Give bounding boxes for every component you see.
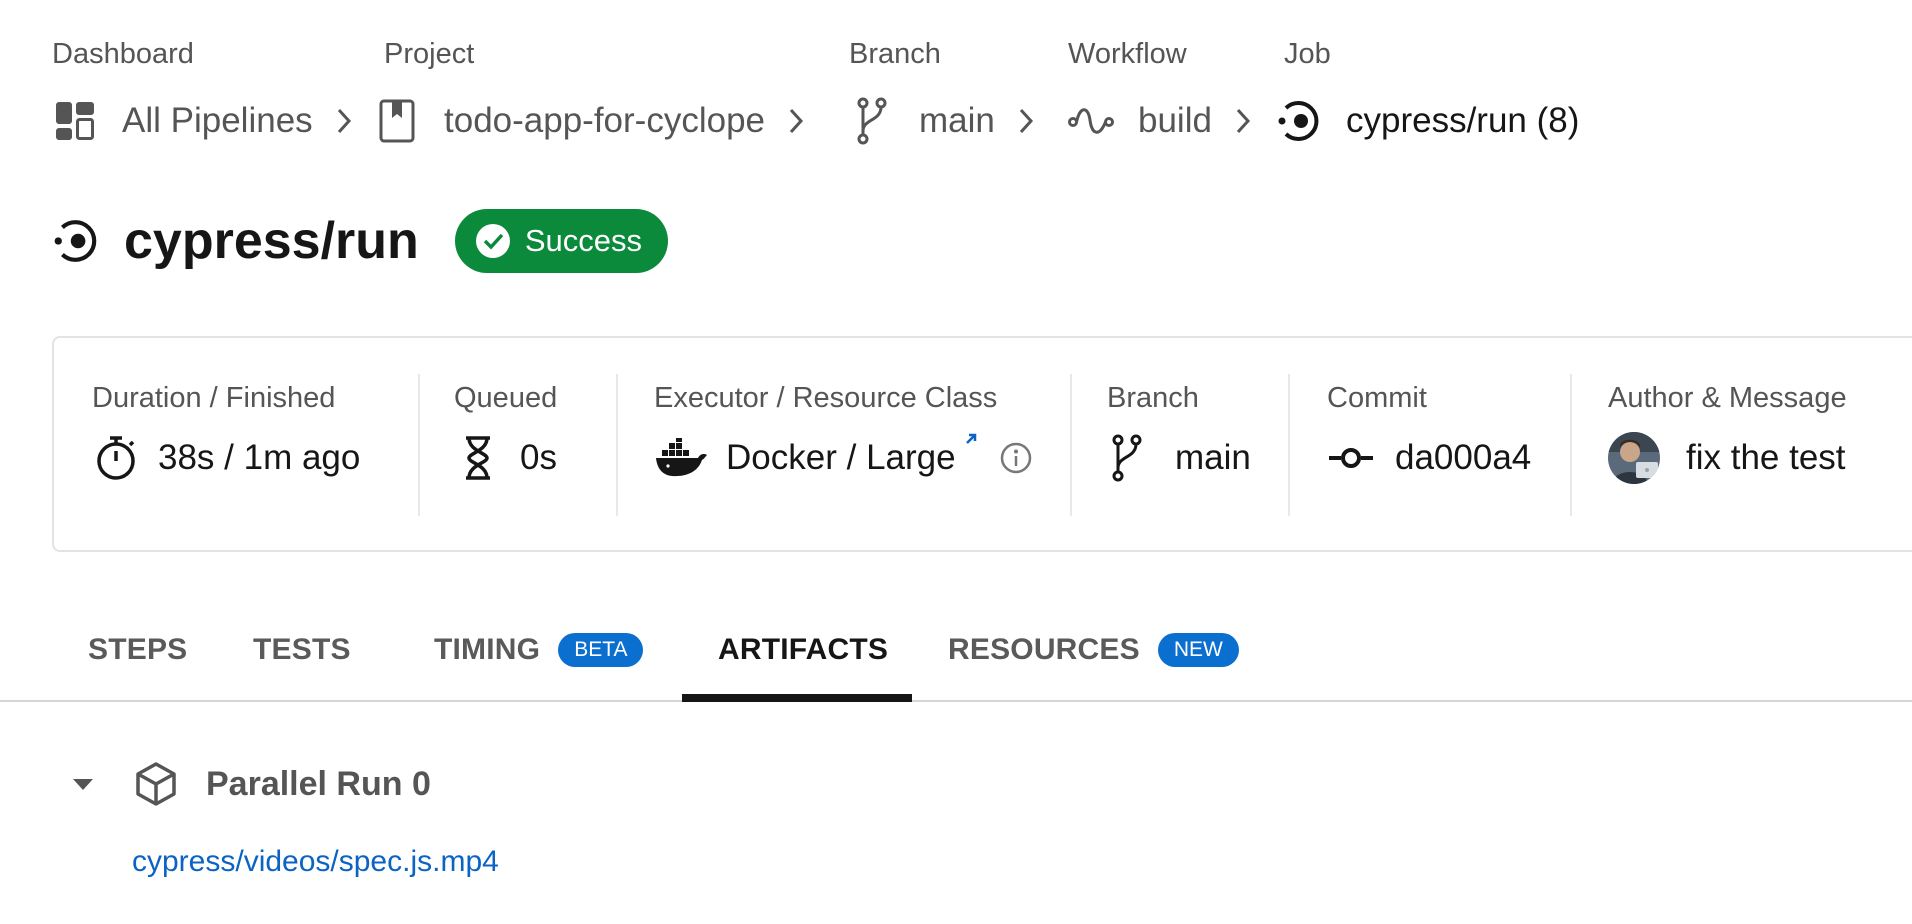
- avatar: [1608, 432, 1660, 484]
- workflow-icon: [1068, 98, 1114, 144]
- info-queued-label: Queued: [454, 382, 558, 414]
- info-queued-value: 0s: [454, 430, 557, 486]
- branch-icon: [849, 97, 895, 145]
- stopwatch-icon: [92, 434, 140, 482]
- repo-icon: [374, 98, 420, 144]
- chevron-right-icon: [1234, 99, 1256, 143]
- info-divider: [1570, 374, 1572, 516]
- info-divider: [1288, 374, 1290, 516]
- info-duration-label: Duration / Finished: [92, 382, 336, 414]
- tab-label: RESOURCES: [948, 633, 1140, 666]
- breadcrumb-project-value: todo-app-for-cyclope: [444, 101, 765, 140]
- breadcrumb-job-value: cypress/run (8): [1346, 101, 1580, 140]
- tab-label: TIMING: [434, 633, 541, 666]
- tab-label: ARTIFACTS: [718, 633, 889, 666]
- job-icon: [1276, 98, 1322, 144]
- check-circle-icon: [475, 222, 513, 260]
- chevron-right-icon: [787, 99, 809, 143]
- queued-text: 0s: [520, 438, 557, 477]
- breadcrumb-job-current: cypress/run (8): [1276, 98, 1579, 144]
- breadcrumb-project-link[interactable]: todo-app-for-cyclope: [374, 98, 809, 144]
- status-badge: Success: [454, 209, 668, 273]
- branch-link[interactable]: main: [1175, 436, 1251, 480]
- breadcrumb-branch-value: main: [919, 101, 995, 140]
- info-commit-label: Commit: [1327, 382, 1427, 414]
- info-duration-value: 38s / 1m ago: [92, 430, 360, 486]
- breadcrumb-dashboard-label: Dashboard: [52, 38, 194, 70]
- commit-icon: [1327, 434, 1375, 482]
- chevron-right-icon: [335, 99, 357, 143]
- chevron-right-icon: [1017, 99, 1039, 143]
- info-author-value: fix the test: [1608, 430, 1846, 486]
- artifact-file-link[interactable]: cypress/videos/spec.js.mp4: [132, 842, 499, 882]
- artifact-group-title: Parallel Run 0: [206, 765, 431, 803]
- artifact-group-toggle[interactable]: Parallel Run 0: [72, 758, 431, 810]
- info-branch-value: main: [1107, 430, 1251, 486]
- job-icon: [52, 216, 102, 266]
- info-icon[interactable]: [1000, 442, 1032, 474]
- tab-tests[interactable]: TESTS: [253, 600, 351, 700]
- branch-icon: [1107, 434, 1147, 482]
- breadcrumb-workflow: Workflow build: [1068, 36, 1250, 140]
- commit-link[interactable]: da000a4: [1395, 436, 1531, 480]
- breadcrumb-branch: Branch main: [849, 36, 1033, 145]
- tab-resources[interactable]: RESOURCES NEW: [948, 600, 1239, 700]
- breadcrumb-dashboard: Dashboard All Pipelines: [52, 36, 351, 140]
- docker-icon: [654, 434, 708, 482]
- tab-label: TESTS: [253, 633, 351, 666]
- breadcrumb-branch-label: Branch: [849, 38, 941, 70]
- breadcrumb-project: Project todo-app-for-cyclope: [379, 36, 804, 143]
- info-branch-label: Branch: [1107, 382, 1199, 414]
- duration-text: 38s / 1m ago: [158, 438, 361, 477]
- info-commit-value: da000a4: [1327, 430, 1531, 486]
- info-divider: [418, 374, 420, 516]
- breadcrumb-dashboard-value: All Pipelines: [122, 101, 313, 140]
- resource-class-link[interactable]: Large: [866, 436, 956, 480]
- job-tabs: STEPS TESTS TIMING BETA ARTIFACTS RESOUR…: [0, 600, 1912, 702]
- box-icon: [134, 761, 180, 807]
- dashboard-icon: [52, 98, 98, 144]
- breadcrumb-branch-link[interactable]: main: [849, 97, 1039, 145]
- breadcrumb-workflow-label: Workflow: [1068, 38, 1187, 70]
- commit-message: fix the test: [1686, 438, 1846, 477]
- page-title-row: cypress/run Success: [52, 208, 668, 274]
- executor-separator: /: [836, 438, 867, 477]
- beta-badge: BETA: [558, 633, 644, 667]
- info-author-label: Author & Message: [1608, 382, 1847, 414]
- executor-name: Docker: [726, 438, 837, 477]
- tab-artifacts[interactable]: ARTIFACTS: [718, 600, 888, 700]
- breadcrumb-job: Job cypress/run (8): [1278, 36, 1579, 141]
- breadcrumb-dashboard-link[interactable]: All Pipelines: [52, 98, 357, 144]
- status-text: Success: [524, 223, 642, 258]
- info-executor-label: Executor / Resource Class: [654, 382, 998, 414]
- breadcrumb-project-label: Project: [384, 38, 475, 70]
- breadcrumb-workflow-link[interactable]: build: [1068, 98, 1256, 144]
- breadcrumb-job-label: Job: [1284, 38, 1331, 70]
- hourglass-icon: [454, 434, 502, 482]
- page-title: cypress/run: [124, 212, 419, 270]
- tab-timing[interactable]: TIMING BETA: [434, 600, 644, 700]
- job-info-panel: Duration / Finished 38s / 1m ago Queued …: [52, 336, 1912, 552]
- new-badge: NEW: [1157, 633, 1239, 667]
- caret-down-icon[interactable]: [72, 758, 94, 810]
- active-tab-indicator: [682, 694, 912, 702]
- tab-label: STEPS: [88, 633, 188, 666]
- info-divider: [616, 374, 618, 516]
- info-executor-value: Docker / Large: [654, 430, 1032, 486]
- tab-steps[interactable]: STEPS: [88, 600, 187, 700]
- external-link-icon[interactable]: [964, 432, 978, 451]
- info-divider: [1070, 374, 1072, 516]
- breadcrumb-workflow-value: build: [1138, 101, 1212, 140]
